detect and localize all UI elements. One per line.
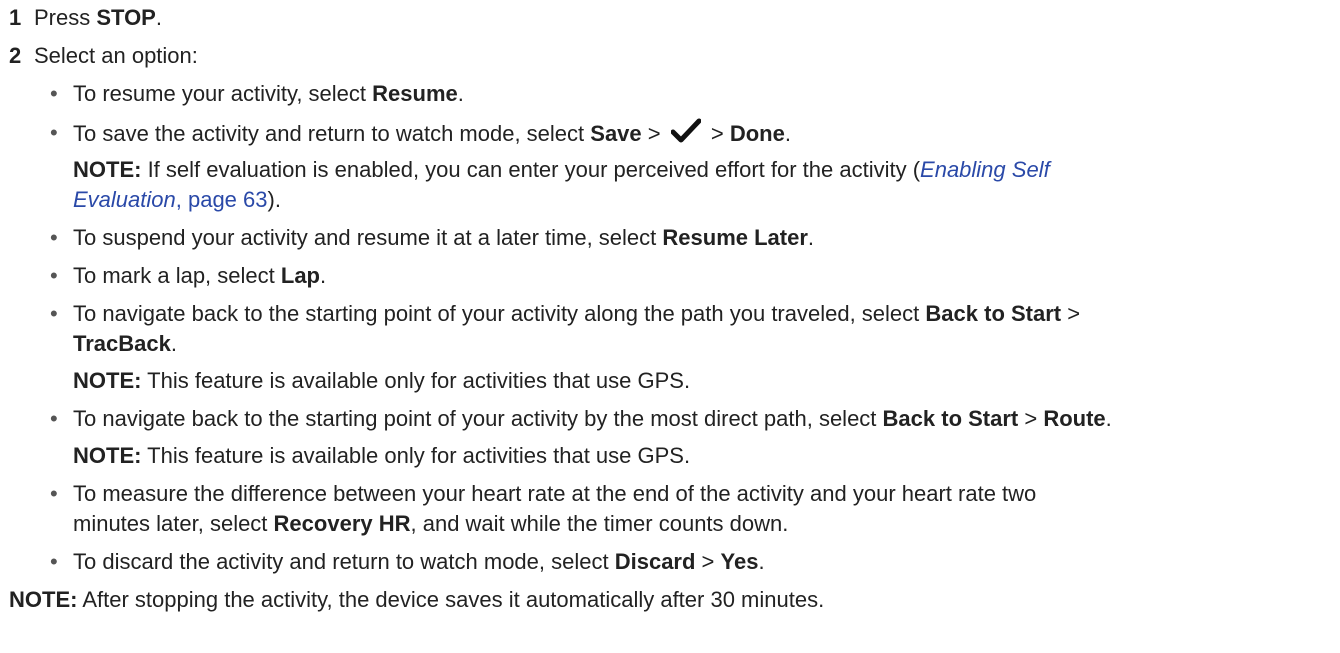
option-bold: Back to Start xyxy=(925,301,1062,326)
note-close: ). xyxy=(267,187,281,212)
link-page: , page 63 xyxy=(175,187,268,212)
option-text: To discard the activity and return to wa… xyxy=(73,549,615,574)
option-text: To resume your activity, select xyxy=(73,81,373,106)
option-suffix: , and wait while the timer counts down. xyxy=(410,511,789,536)
option-separator: > xyxy=(695,549,721,574)
option-bold: Yes xyxy=(720,549,759,574)
option-bold: Recovery HR xyxy=(273,511,411,536)
note-text: This feature is available only for activ… xyxy=(141,368,691,393)
option-lap: To mark a lap, select Lap. xyxy=(73,261,326,291)
step-1-bold: STOP xyxy=(96,5,156,30)
note-label: NOTE: xyxy=(73,443,142,468)
option-save: To save the activity and return to watch… xyxy=(73,118,791,152)
option-resume: To resume your activity, select Resume. xyxy=(73,79,464,109)
option-suffix: . xyxy=(784,121,791,146)
step-number: 1 xyxy=(9,5,22,30)
note-route: NOTE: This feature is available only for… xyxy=(73,441,690,471)
option-text: To suspend your activity and resume it a… xyxy=(73,225,663,250)
option-bold: Discard xyxy=(614,549,696,574)
bullet: • xyxy=(50,263,58,288)
option-text: To navigate back to the starting point o… xyxy=(73,406,883,431)
option-bold: Resume Later xyxy=(662,225,808,250)
link-text: Enabling Self xyxy=(920,157,1050,182)
cross-reference-link[interactable]: Evaluation, page 63 xyxy=(73,187,268,212)
step-number: 2 xyxy=(9,43,22,68)
link-text: Evaluation xyxy=(73,187,176,212)
option-bold: Resume xyxy=(372,81,458,106)
note-label: NOTE: xyxy=(9,587,78,612)
checkmark-icon xyxy=(670,118,702,152)
option-resume-later: To suspend your activity and resume it a… xyxy=(73,223,814,253)
note-label: NOTE: xyxy=(73,368,142,393)
option-recovery: To measure the difference between your h… xyxy=(73,481,1037,506)
option-separator: > xyxy=(1018,406,1044,431)
option-suffix: . xyxy=(457,81,464,106)
option-separator: > xyxy=(704,121,730,146)
option-suffix: . xyxy=(1105,406,1112,431)
option-bold: Save xyxy=(590,121,642,146)
bullet: • xyxy=(50,225,58,250)
option-bold: Done xyxy=(729,121,785,146)
step-1-text: Press STOP. xyxy=(34,3,162,33)
option-recovery-continued: minutes later, select Recovery HR, and w… xyxy=(73,509,788,539)
option-bold: TracBack xyxy=(73,331,171,356)
option-suffix: . xyxy=(758,549,765,574)
option-text: To mark a lap, select xyxy=(73,263,281,288)
bullet: • xyxy=(50,406,58,431)
bullet: • xyxy=(50,81,58,106)
note-text: If self evaluation is enabled, you can e… xyxy=(141,157,921,182)
bullet: • xyxy=(50,301,58,326)
option-separator: > xyxy=(1061,301,1081,326)
option-text: minutes later, select xyxy=(73,511,274,536)
step-1-suffix: . xyxy=(155,5,162,30)
bullet: • xyxy=(50,120,58,145)
option-suffix: . xyxy=(807,225,815,250)
final-note: NOTE: After stopping the activity, the d… xyxy=(9,585,824,615)
bullet: • xyxy=(50,481,58,506)
step-1-prefix: Press xyxy=(34,5,97,30)
note-label: NOTE: xyxy=(73,157,142,182)
option-separator: > xyxy=(641,121,667,146)
option-bold: Back to Start xyxy=(882,406,1019,431)
cross-reference-link[interactable]: Enabling Self xyxy=(920,157,1050,182)
option-route: To navigate back to the starting point o… xyxy=(73,404,1112,434)
option-bold: Route xyxy=(1043,406,1106,431)
option-tracback: To navigate back to the starting point o… xyxy=(73,299,1080,329)
option-discard: To discard the activity and return to wa… xyxy=(73,547,765,577)
step-2-text: Select an option: xyxy=(34,43,198,68)
option-suffix: . xyxy=(320,263,327,288)
option-bold: Lap xyxy=(280,263,320,288)
option-tracback-continued: TracBack. xyxy=(73,329,177,359)
note-text: After stopping the activity, the device … xyxy=(77,587,825,612)
note-save-continued: Evaluation, page 63). xyxy=(73,185,281,215)
bullet: • xyxy=(50,549,58,574)
option-text: To save the activity and return to watch… xyxy=(73,121,591,146)
note-tracback: NOTE: This feature is available only for… xyxy=(73,366,690,396)
note-text: This feature is available only for activ… xyxy=(141,443,691,468)
option-text: To navigate back to the starting point o… xyxy=(73,301,926,326)
note-save: NOTE: If self evaluation is enabled, you… xyxy=(73,155,1050,185)
option-suffix: . xyxy=(170,331,177,356)
